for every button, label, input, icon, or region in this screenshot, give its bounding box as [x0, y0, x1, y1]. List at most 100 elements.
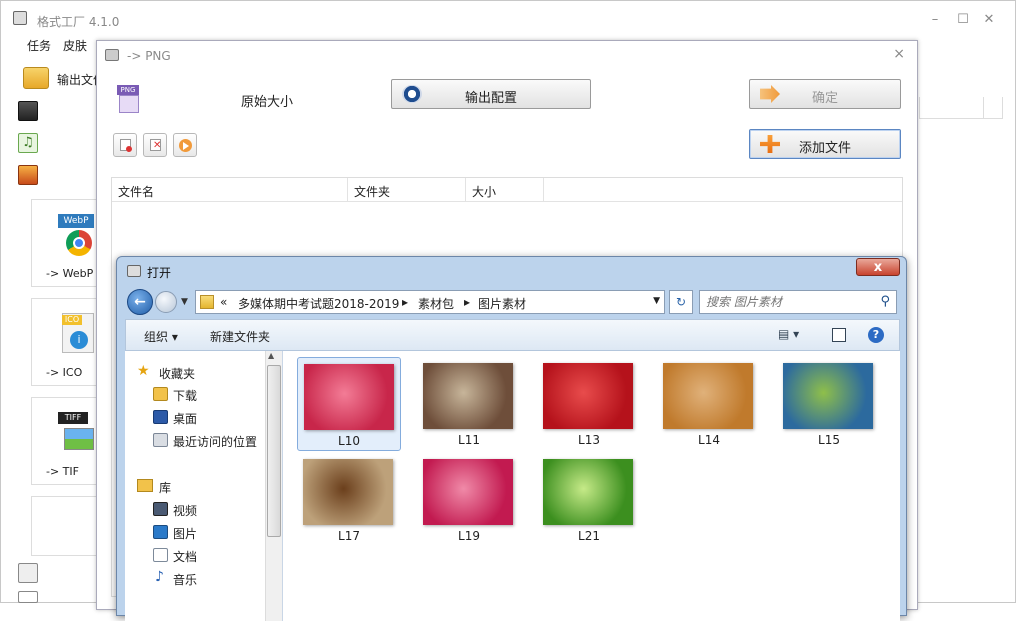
downloads-folder-icon — [153, 387, 168, 401]
nav-recent[interactable]: 最近访问的位置 — [173, 433, 257, 450]
menu-task[interactable]: 任务 — [27, 37, 51, 54]
folder-icon — [23, 67, 49, 89]
close-icon[interactable]: ✕ — [979, 11, 999, 29]
nav-libraries[interactable]: 库 — [159, 479, 171, 496]
view-options-icon[interactable]: ▤ ▾ — [778, 327, 799, 341]
pictures-icon — [153, 525, 168, 539]
address-dropdown-icon[interactable]: ▼ — [653, 296, 660, 306]
address-bar[interactable]: « 多媒体期中考试题2018-2019 ▸ 素材包 ▸ 图片素材 ▼ — [195, 290, 665, 314]
breadcrumb-material-pack[interactable]: 素材包 — [418, 295, 454, 312]
column-folder[interactable]: 文件夹 — [348, 178, 466, 202]
app-title: 格式工厂 4.1.0 — [37, 15, 120, 29]
preview-pane-icon[interactable] — [832, 328, 846, 342]
close-icon[interactable]: × — [893, 46, 905, 62]
help-icon[interactable]: ? — [868, 327, 884, 343]
file-name: L19 — [458, 529, 480, 543]
image-thumbnail — [663, 363, 753, 429]
history-dropdown-icon[interactable]: ▼ — [181, 297, 188, 307]
menu-skin[interactable]: 皮肤 — [63, 37, 87, 54]
documents-icon — [153, 548, 168, 562]
breadcrumb-separator[interactable]: ▸ — [402, 295, 408, 309]
file-name: L17 — [338, 529, 360, 543]
format-card-tif[interactable]: TIFF -> TIF — [31, 397, 101, 485]
image-thumbnail — [543, 459, 633, 525]
file-item[interactable]: L10 — [297, 357, 401, 451]
navigation-pane: ★ 收藏夹 下载 桌面 最近访问的位置 库 视频 图片 文档 ♪ 音乐 ▲ — [125, 351, 283, 621]
maximize-icon[interactable]: ☐ — [953, 11, 973, 29]
play-button[interactable] — [173, 133, 197, 157]
webp-badge: WebP — [58, 214, 94, 228]
nav-desktop[interactable]: 桌面 — [173, 410, 197, 427]
nav-videos[interactable]: 视频 — [173, 502, 197, 519]
file-item[interactable]: L15 — [777, 357, 881, 451]
breadcrumb-image-material[interactable]: 图片素材 — [478, 295, 526, 312]
format-card-ico[interactable]: ICO i -> ICO — [31, 298, 101, 386]
image-thumbnail — [543, 363, 633, 429]
format-card-label: -> ICO — [46, 366, 83, 379]
picture-category-icon[interactable] — [18, 165, 38, 185]
file-item[interactable]: L11 — [417, 357, 521, 451]
nav-scrollbar[interactable]: ▲ — [265, 351, 282, 621]
libraries-icon — [137, 479, 153, 492]
format-card-more[interactable] — [31, 496, 101, 556]
file-grid: L10 L11 L13 L14 L15 L17 L19 L21 — [283, 351, 900, 621]
videos-icon — [153, 502, 168, 516]
file-item[interactable]: L19 — [417, 453, 521, 547]
file-name: L21 — [578, 529, 600, 543]
breadcrumb-course-folder[interactable]: 多媒体期中考试题2018-2019 — [238, 295, 399, 312]
image-thumbnail — [304, 364, 394, 430]
file-name: L15 — [818, 433, 840, 447]
ico-badge: ICO — [62, 315, 82, 325]
nav-pictures[interactable]: 图片 — [173, 525, 197, 542]
command-bar: 组织 ▾ 新建文件夹 ▤ ▾ ? — [125, 319, 900, 351]
breadcrumb-separator[interactable]: ▸ — [464, 295, 470, 309]
image-thumbnail — [303, 459, 393, 525]
organize-button[interactable]: 组织 ▾ — [144, 328, 178, 345]
nav-favorites[interactable]: 收藏夹 — [159, 365, 195, 382]
search-icon[interactable]: ⚲ — [880, 294, 890, 309]
minimize-icon[interactable]: – — [925, 11, 945, 29]
rom-category-icon[interactable] — [18, 591, 38, 603]
scroll-thumb[interactable] — [267, 365, 281, 537]
open-file-dialog: 打开 x ← ▼ « 多媒体期中考试题2018-2019 ▸ 素材包 ▸ 图片素… — [116, 256, 907, 621]
file-item[interactable]: L14 — [657, 357, 761, 451]
ok-label: 确定 — [811, 91, 838, 106]
file-name: L10 — [338, 434, 360, 448]
file-item[interactable]: L13 — [537, 357, 641, 451]
forward-arrow-icon[interactable] — [155, 291, 177, 313]
original-size-label: 原始大小 — [241, 95, 294, 110]
nav-music[interactable]: 音乐 — [173, 571, 197, 588]
new-folder-button[interactable]: 新建文件夹 — [210, 328, 270, 345]
back-arrow-icon[interactable]: ← — [127, 289, 153, 315]
ok-button[interactable]: 确定 — [749, 79, 901, 109]
app-titlebar: 格式工厂 4.1.0 – ☐ ✕ — [1, 1, 1015, 33]
nav-documents[interactable]: 文档 — [173, 548, 197, 565]
search-input[interactable] — [706, 294, 866, 310]
search-box[interactable]: ⚲ — [699, 290, 897, 314]
recent-places-icon — [153, 433, 168, 447]
png-badge: PNG — [117, 85, 139, 95]
app-logo-icon — [13, 11, 27, 25]
column-size[interactable]: 大小 — [466, 178, 544, 202]
video-category-icon[interactable] — [18, 101, 38, 121]
clear-list-button[interactable]: ✕ — [143, 133, 167, 157]
star-icon: ★ — [137, 363, 150, 379]
document-category-icon[interactable] — [18, 563, 38, 583]
refresh-icon[interactable]: ↻ — [669, 290, 693, 314]
output-config-button[interactable]: 输出配置 — [391, 79, 591, 109]
scroll-up-icon[interactable]: ▲ — [268, 351, 274, 360]
format-card-webp[interactable]: WebP -> WebP — [31, 199, 101, 287]
tif-badge: TIFF — [58, 412, 88, 424]
column-filename[interactable]: 文件名 — [112, 178, 348, 202]
close-button[interactable]: x — [856, 258, 900, 276]
audio-category-icon[interactable]: ♫ — [18, 133, 38, 153]
dialog-logo-icon — [127, 265, 141, 277]
file-item[interactable]: L21 — [537, 453, 641, 547]
add-file-button[interactable]: 添加文件 — [749, 129, 901, 159]
remove-file-button[interactable] — [113, 133, 137, 157]
desktop-icon — [153, 410, 168, 424]
format-card-label: -> TIF — [46, 465, 79, 478]
file-item[interactable]: L17 — [297, 453, 401, 547]
breadcrumb-overflow[interactable]: « — [220, 295, 227, 309]
nav-downloads[interactable]: 下载 — [173, 387, 197, 404]
